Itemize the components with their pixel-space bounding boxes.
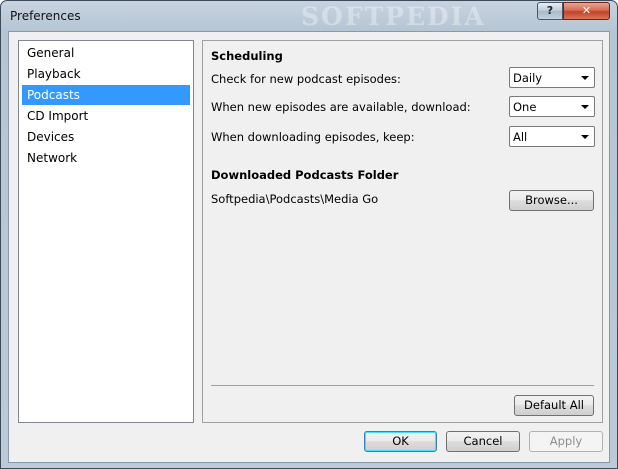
preferences-window: Preferences SOFTPEDIA ? ✕ General Playba… [0, 0, 618, 469]
watermark-logo: SOFTPEDIA [301, 2, 486, 31]
default-all-button[interactable]: Default All [514, 395, 594, 416]
podcasts-panel: Scheduling Check for new podcast episode… [202, 40, 603, 423]
nav-item-playback[interactable]: Playback [22, 64, 190, 84]
download-count-dropdown[interactable]: One [509, 96, 595, 117]
nav-item-devices[interactable]: Devices [22, 127, 190, 147]
keep-episodes-value: All [513, 130, 528, 144]
dialog-body: General Playback Podcasts CD Import Devi… [8, 31, 610, 463]
help-icon: ? [546, 4, 554, 17]
nav-item-cd-import[interactable]: CD Import [22, 106, 190, 126]
keep-episodes-label: When downloading episodes, keep: [211, 130, 415, 144]
check-frequency-label: Check for new podcast episodes: [211, 72, 401, 86]
nav-item-network[interactable]: Network [22, 148, 190, 168]
divider [211, 385, 594, 386]
check-frequency-value: Daily [513, 71, 543, 85]
category-list: General Playback Podcasts CD Import Devi… [18, 40, 194, 423]
download-count-value: One [513, 100, 537, 114]
download-count-label: When new episodes are available, downloa… [211, 100, 471, 114]
keep-episodes-dropdown[interactable]: All [509, 126, 595, 147]
folder-path: Softpedia\Podcasts\Media Go [211, 192, 379, 206]
apply-button[interactable]: Apply [529, 431, 603, 452]
title-bar[interactable]: Preferences SOFTPEDIA ? ✕ [1, 1, 617, 31]
folder-heading: Downloaded Podcasts Folder [211, 168, 399, 182]
ok-button[interactable]: OK [364, 431, 437, 452]
check-frequency-dropdown[interactable]: Daily [509, 67, 595, 88]
nav-item-podcasts[interactable]: Podcasts [22, 85, 190, 105]
cancel-button[interactable]: Cancel [446, 431, 520, 452]
browse-button[interactable]: Browse... [509, 190, 594, 211]
help-button[interactable]: ? [537, 2, 563, 20]
chevron-down-icon [581, 135, 589, 139]
scheduling-heading: Scheduling [211, 49, 283, 63]
close-button[interactable]: ✕ [563, 2, 610, 20]
chevron-down-icon [581, 76, 589, 80]
chevron-down-icon [581, 105, 589, 109]
close-icon: ✕ [581, 4, 592, 17]
nav-item-general[interactable]: General [22, 43, 190, 63]
window-title: Preferences [10, 9, 81, 23]
